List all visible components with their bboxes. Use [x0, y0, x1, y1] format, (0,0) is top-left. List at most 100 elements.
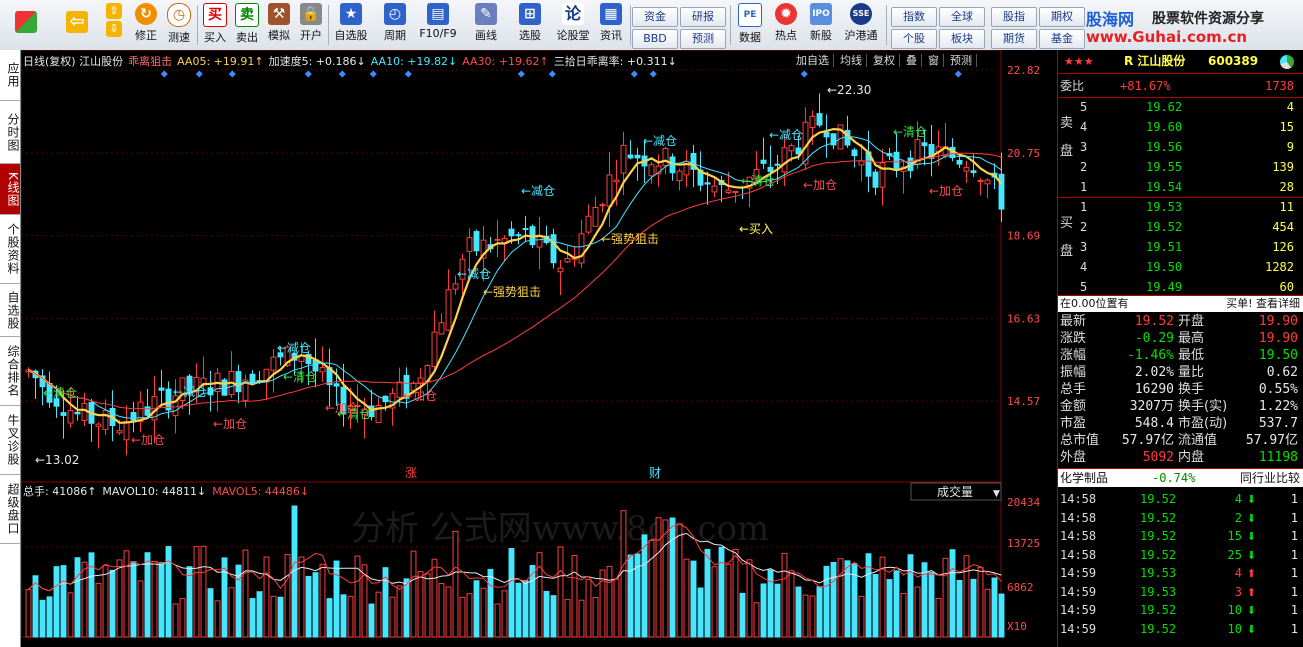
- event-diamond-icon[interactable]: [954, 70, 962, 78]
- hk-connect-button[interactable]: SSE 沪港通: [840, 3, 882, 47]
- sidebar-item-ranking[interactable]: 综合排名: [0, 337, 20, 406]
- tick-count: 1: [1290, 492, 1298, 506]
- volume-bar: [305, 575, 312, 638]
- finance-marker[interactable]: 财: [649, 466, 661, 480]
- forecast-button[interactable]: 预测: [680, 29, 726, 49]
- high-price-label: ←22.30: [827, 83, 871, 97]
- volume-bar: [648, 540, 655, 638]
- brand-name: 股海网: [1086, 10, 1135, 29]
- limit-up-marker[interactable]: 涨: [405, 465, 417, 480]
- stock-button[interactable]: 个股: [891, 29, 937, 49]
- stock-title-row: ★★★ R 江山股份 600389: [1058, 52, 1303, 71]
- sell-order-row[interactable]: 5 19.62 4: [1058, 98, 1303, 117]
- app-grid-button[interactable]: [6, 3, 46, 47]
- tick-time: 14:59: [1060, 566, 1097, 580]
- position-detail-link[interactable]: 买单! 查看详细: [1226, 296, 1300, 312]
- event-diamond-icon[interactable]: [548, 70, 556, 78]
- buy-order-row[interactable]: 4 19.50 1282: [1058, 258, 1303, 277]
- ipo-button[interactable]: IPO 新股: [805, 3, 837, 47]
- news-button[interactable]: ▦ 资讯: [596, 3, 626, 47]
- sector-button[interactable]: 板块: [939, 29, 985, 49]
- sidebar-item-apps[interactable]: 应用: [0, 50, 20, 101]
- volume-bar: [263, 556, 270, 638]
- draw-line-button[interactable]: ✎ 画线: [466, 3, 506, 47]
- quote-stat-label: 金额: [1060, 399, 1087, 414]
- sector-pie-icon[interactable]: [1280, 55, 1294, 69]
- fund-button[interactable]: 资金: [632, 7, 678, 27]
- fix-button[interactable]: ↻ 修正: [130, 3, 162, 47]
- sidebar-item-kline[interactable]: K线图: [0, 164, 20, 215]
- quote-stat-row: 外盘 5092 内盘 11198: [1058, 449, 1303, 466]
- sell-button[interactable]: 卖 卖出: [232, 3, 262, 47]
- industry-name[interactable]: 化学制品: [1060, 469, 1108, 487]
- kline-chart-area[interactable]: 日线(复权) 江山股份 乖离狙击 AA05: +19.91↑ 加速度5: +0.186…: [21, 50, 1057, 647]
- event-diamond-icon[interactable]: [228, 70, 236, 78]
- sell-order-row[interactable]: 3 19.56 9: [1058, 138, 1303, 157]
- buy-order-row[interactable]: 1 19.53 11: [1058, 198, 1303, 217]
- sell-icon: 卖: [235, 3, 259, 27]
- watchlist-button[interactable]: ★ 自选股: [331, 3, 371, 47]
- event-diamond-icon[interactable]: [195, 70, 203, 78]
- quote-stat-row: 涨幅 -1.46% 最低 19.50: [1058, 347, 1303, 364]
- sell-order-row[interactable]: 4 19.60 15: [1058, 118, 1303, 137]
- period-button[interactable]: ◴ 周期: [375, 3, 415, 47]
- volume-bar: [368, 603, 375, 638]
- event-diamond-icon[interactable]: [338, 70, 346, 78]
- sidebar-item-stock-info[interactable]: 个股资料: [0, 215, 20, 284]
- sidebar-item-watchlist[interactable]: 自选股: [0, 284, 20, 337]
- options-button[interactable]: 期权: [1039, 7, 1085, 27]
- sidebar-item-order-book[interactable]: 超级盘口: [0, 475, 20, 544]
- sidebar-item-intraday[interactable]: 分时图: [0, 101, 20, 164]
- open-account-button[interactable]: 🔒 开户: [296, 3, 326, 47]
- peer-compare-link[interactable]: 同行业比较: [1240, 469, 1300, 487]
- volume-bar: [900, 592, 907, 638]
- industry-row: 化学制品 -0.74% 同行业比较: [1058, 469, 1303, 487]
- candle-body: [851, 149, 858, 157]
- signal-annotation: ←减仓: [457, 267, 491, 281]
- event-markers: [160, 70, 962, 78]
- candle-body: [466, 237, 473, 252]
- fund2-button[interactable]: 基金: [1039, 29, 1085, 49]
- volume-bar: [823, 565, 830, 638]
- event-diamond-icon[interactable]: [800, 70, 808, 78]
- sidebar-item-diagnosis[interactable]: 牛叉诊股: [0, 406, 20, 475]
- volume-bar: [732, 548, 739, 638]
- forum-button[interactable]: 论 论股堂: [553, 3, 593, 47]
- stock-index-button[interactable]: 股指: [991, 7, 1037, 27]
- ma30-line: [28, 152, 1002, 410]
- bbd-button[interactable]: BBD: [632, 29, 678, 49]
- sell-order-row[interactable]: 2 19.55 139: [1058, 158, 1303, 177]
- order-level: 4: [1080, 120, 1088, 134]
- stock-select-button[interactable]: ⊞ 选股: [510, 3, 550, 47]
- signal-annotation: ←加仓: [929, 184, 963, 198]
- futures-button[interactable]: 期货: [991, 29, 1037, 49]
- event-diamond-icon[interactable]: [517, 70, 525, 78]
- up-down-button[interactable]: ⇧ ⇩: [100, 3, 128, 47]
- event-diamond-icon[interactable]: [160, 70, 168, 78]
- sell-order-row[interactable]: 1 19.54 28: [1058, 178, 1303, 197]
- index-button[interactable]: 指数: [891, 7, 937, 27]
- simulate-button[interactable]: ⚒ 模拟: [264, 3, 294, 47]
- global-button[interactable]: 全球: [939, 7, 985, 27]
- volume-bar: [592, 596, 599, 638]
- volume-bar: [872, 573, 879, 638]
- report-button[interactable]: 研报: [680, 7, 726, 27]
- hot-button[interactable]: ✹ 热点: [770, 3, 802, 47]
- buy-button[interactable]: 买 买入: [200, 3, 230, 47]
- news-icon: ▦: [600, 3, 622, 25]
- f10-button[interactable]: ▤ F10/F9: [417, 3, 459, 47]
- event-diamond-icon[interactable]: [630, 70, 638, 78]
- speed-button[interactable]: ◷ 测速: [163, 3, 195, 47]
- event-diamond-icon[interactable]: [649, 70, 657, 78]
- event-diamond-icon[interactable]: [404, 70, 412, 78]
- buy-order-row[interactable]: 3 19.51 126: [1058, 238, 1303, 257]
- volume-bar: [46, 596, 53, 638]
- event-diamond-icon[interactable]: [304, 70, 312, 78]
- data-button[interactable]: PE 数据: [734, 3, 766, 47]
- buy-order-row[interactable]: 2 19.52 454: [1058, 218, 1303, 237]
- back-button[interactable]: ⇦: [58, 3, 96, 47]
- candle-body: [634, 154, 641, 159]
- quote-stat-row: 总市值 57.97亿 流通值 57.97亿: [1058, 432, 1303, 449]
- candle-body: [788, 145, 795, 152]
- event-diamond-icon[interactable]: [369, 70, 377, 78]
